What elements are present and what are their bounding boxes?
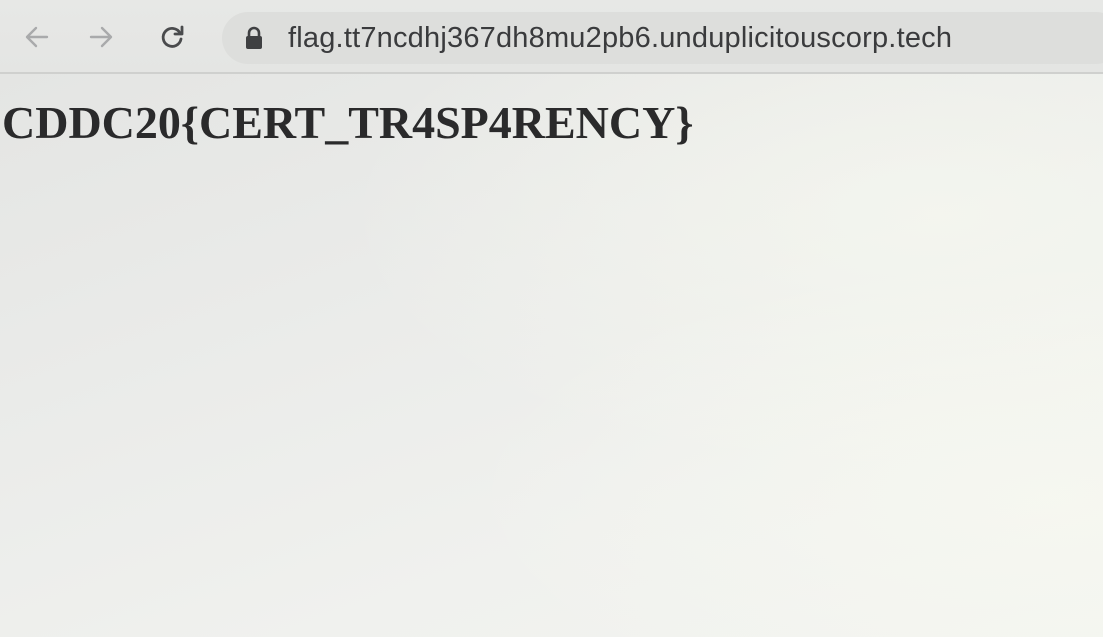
reload-icon [161,25,184,48]
address-bar[interactable]: flag.tt7ncdhj367dh8mu2pb6.unduplicitousc… [222,12,1103,64]
back-button[interactable] [20,20,54,54]
back-arrow-icon [25,26,49,48]
forward-button[interactable] [84,20,118,54]
url-text[interactable]: flag.tt7ncdhj367dh8mu2pb6.unduplicitousc… [288,22,952,54]
reload-button[interactable] [155,20,189,54]
forward-arrow-icon [89,26,113,48]
browser-toolbar: flag.tt7ncdhj367dh8mu2pb6.unduplicitousc… [0,0,1103,74]
flag-heading: CDDC20{CERT_TR4SP4RENCY} [2,97,694,148]
page-content: CDDC20{CERT_TR4SP4RENCY} [0,74,1103,637]
lock-icon [246,26,262,49]
